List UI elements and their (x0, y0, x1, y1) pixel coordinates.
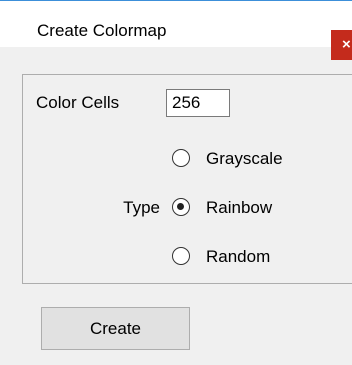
window-title: Create Colormap (37, 21, 167, 40)
radio-grayscale-label: Grayscale (206, 149, 283, 168)
close-button[interactable]: × (331, 30, 352, 60)
type-label: Type (123, 198, 160, 217)
radio-random-circle[interactable] (172, 247, 190, 265)
radio-rainbow-label: Rainbow (206, 198, 273, 217)
color-cells-label: Color Cells (36, 93, 120, 112)
radio-grayscale[interactable]: Grayscale (172, 147, 342, 171)
title-bar[interactable]: Create Colormap × (0, 1, 352, 60)
radio-random[interactable]: Random (172, 245, 342, 269)
radio-random-label: Random (206, 247, 271, 266)
close-icon: × (342, 36, 351, 53)
radio-grayscale-circle[interactable] (172, 149, 190, 167)
create-button[interactable]: Create (41, 307, 190, 350)
color-cells-input[interactable] (166, 89, 230, 117)
radio-rainbow[interactable]: Rainbow (172, 196, 342, 220)
radio-selected-dot (177, 203, 184, 210)
radio-rainbow-circle[interactable] (172, 198, 190, 216)
create-colormap-window: Create Colormap × Color Cells Type Grays… (0, 0, 352, 365)
